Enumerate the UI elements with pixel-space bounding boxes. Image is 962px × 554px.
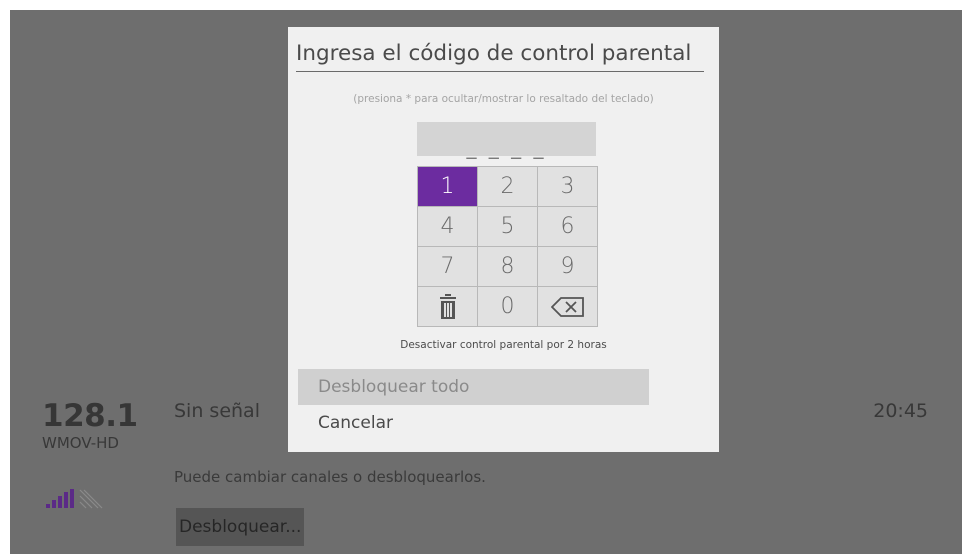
key-3[interactable]: 3 — [538, 167, 598, 207]
no-signal-label: Sin señal — [174, 400, 260, 422]
keypad: 1 2 3 4 5 6 7 8 9 0 — [417, 166, 598, 327]
unlock-all-option[interactable]: Desbloquear todo — [298, 369, 649, 405]
clock: 20:45 — [873, 400, 928, 422]
signal-strength-icon — [46, 489, 103, 509]
pin-input[interactable]: _ _ _ _ — [417, 122, 596, 159]
key-8[interactable]: 8 — [478, 247, 538, 287]
antenna-off-icon — [79, 489, 103, 509]
channel-name: WMOV-HD — [42, 434, 119, 452]
dialog-title: Ingresa el código de control parental — [296, 41, 704, 72]
key-1[interactable]: 1 — [418, 167, 478, 207]
key-6[interactable]: 6 — [538, 207, 598, 247]
key-0[interactable]: 0 — [478, 287, 538, 327]
trash-icon — [439, 293, 456, 319]
key-2[interactable]: 2 — [478, 167, 538, 207]
dialog-hint: (presiona * para ocultar/mostrar lo resa… — [353, 93, 654, 105]
key-7[interactable]: 7 — [418, 247, 478, 287]
clear-key[interactable] — [418, 287, 478, 327]
key-4[interactable]: 4 — [418, 207, 478, 247]
key-5[interactable]: 5 — [478, 207, 538, 247]
channel-hint: Puede cambiar canales o desbloquearlos. — [174, 468, 486, 486]
backspace-key[interactable] — [538, 287, 598, 327]
channel-number: 128.1 — [42, 398, 138, 434]
unlock-button[interactable]: Desbloquear... — [176, 508, 305, 546]
cancel-option[interactable]: Cancelar — [298, 405, 649, 441]
key-9[interactable]: 9 — [538, 247, 598, 287]
disable-parental-control[interactable]: Desactivar control parental por 2 horas — [288, 339, 719, 351]
backspace-icon — [550, 296, 584, 317]
parental-control-dialog: Ingresa el código de control parental (p… — [288, 27, 719, 452]
